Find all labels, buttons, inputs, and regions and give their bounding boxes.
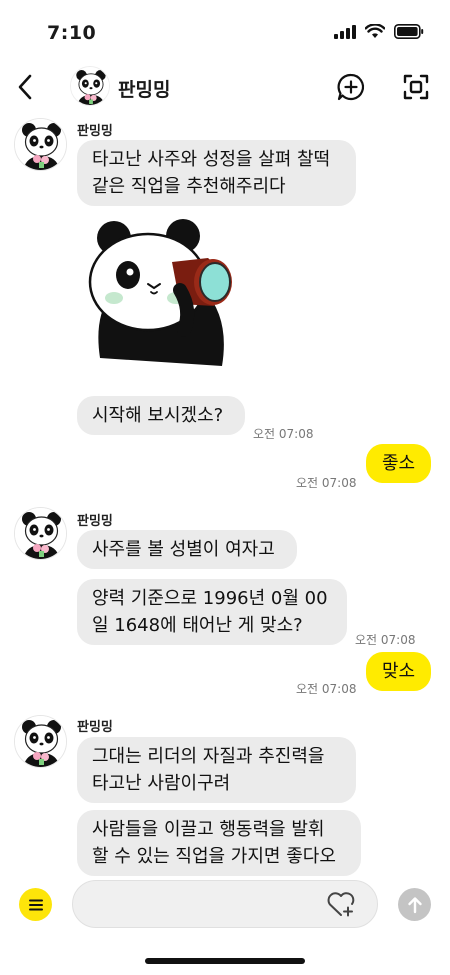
message-bubble[interactable]: 시작해 보시겠소? [77, 396, 245, 435]
message-bubble[interactable]: 사주를 볼 성별이 여자고 [77, 530, 297, 569]
sender-avatar[interactable] [14, 118, 67, 171]
panda-sticker[interactable] [80, 218, 246, 378]
emoticon-button[interactable] [326, 890, 356, 918]
heart-plus-icon [327, 892, 355, 917]
message-bubble[interactable]: 타고난 사주와 성정을 살펴 찰떡 같은 직업을 추천해주리다 [77, 140, 356, 206]
status-icons [334, 24, 424, 39]
panda-avatar-icon [71, 67, 109, 105]
my-message-bubble[interactable]: 맞소 [366, 652, 431, 691]
message-bubble[interactable]: 그대는 리더의 자질과 추진력을 타고난 사람이구려 [77, 737, 356, 803]
status-bar: 7:10 [0, 0, 450, 62]
panda-avatar-icon [15, 119, 66, 170]
sender-name: 판밍밍 [77, 720, 113, 735]
sender-avatar[interactable] [14, 715, 67, 768]
header-avatar[interactable] [70, 66, 110, 106]
menu-icon [28, 899, 43, 910]
sender-avatar[interactable] [14, 507, 67, 560]
send-button[interactable] [398, 888, 431, 921]
chat-title: 판밍밍 [118, 79, 171, 101]
status-time: 7:10 [47, 22, 97, 44]
scan-button[interactable] [399, 70, 433, 104]
my-message-bubble[interactable]: 좋소 [366, 444, 431, 483]
menu-button[interactable] [19, 888, 52, 921]
chevron-left-icon [18, 74, 32, 100]
add-chat-button[interactable] [334, 70, 368, 104]
add-chat-icon [337, 73, 365, 101]
message-time: 오전 07:08 [296, 682, 357, 696]
arrow-up-icon [407, 896, 422, 913]
message-time: 오전 07:08 [355, 633, 416, 647]
panda-avatar-icon [15, 716, 66, 767]
scan-icon [403, 74, 429, 100]
wifi-icon [365, 24, 385, 38]
panda-avatar-icon [15, 508, 66, 559]
sender-name: 판밍밍 [77, 124, 113, 139]
message-bubble[interactable]: 양력 기준으로 1996년 0월 00 일 1648에 태어난 게 맞소? [77, 579, 347, 645]
panda-telescope-icon [88, 219, 232, 366]
message-input-bar [0, 878, 450, 932]
message-time: 오전 07:08 [296, 476, 357, 490]
battery-icon [394, 24, 424, 39]
home-indicator [145, 958, 305, 964]
signal-icon [334, 24, 356, 39]
message-time: 오전 07:08 [253, 427, 314, 441]
message-bubble[interactable]: 사람들을 이끌고 행동력을 발휘 할 수 있는 직업을 가지면 좋다오 [77, 810, 361, 876]
chat-header: 판밍밍 [0, 62, 450, 112]
sender-name: 판밍밍 [77, 514, 113, 529]
back-button[interactable] [12, 70, 38, 104]
